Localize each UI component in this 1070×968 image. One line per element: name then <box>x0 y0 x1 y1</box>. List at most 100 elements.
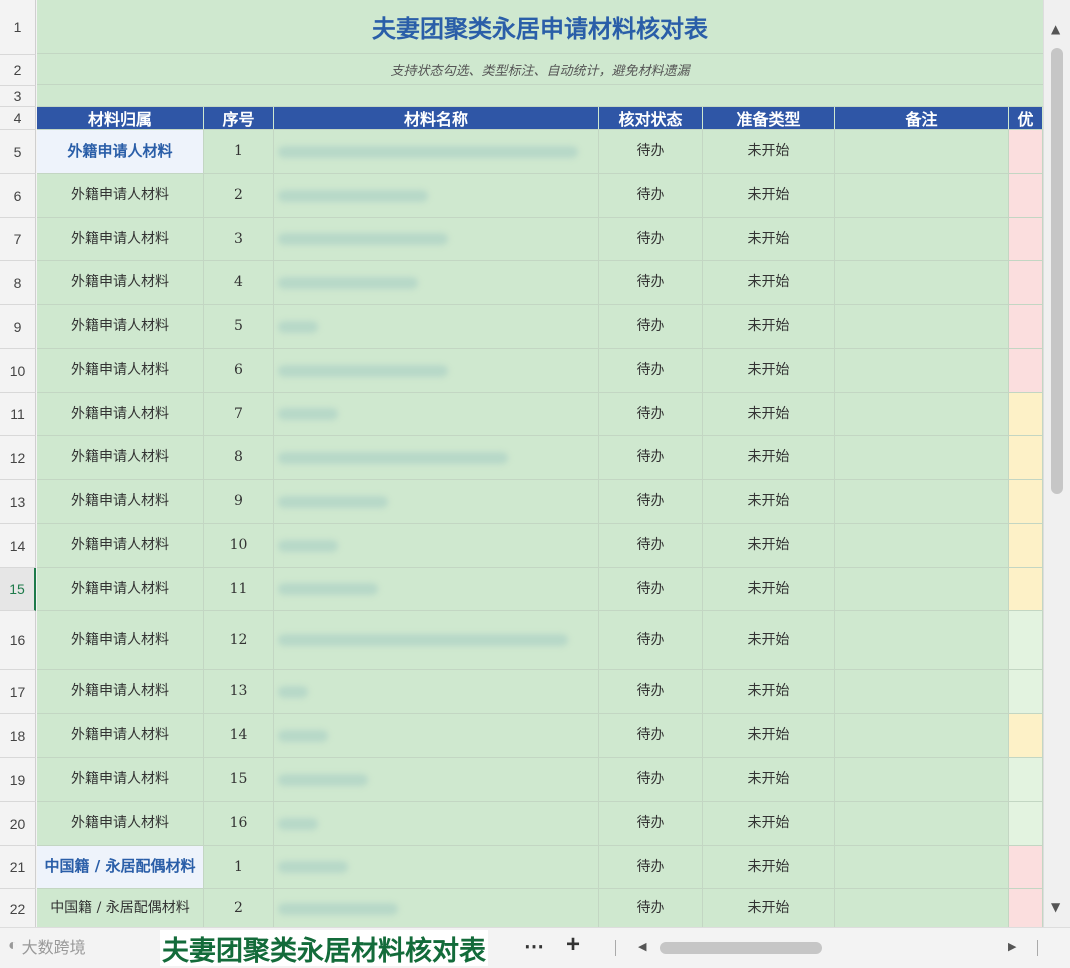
cell-material-name[interactable] <box>274 436 599 479</box>
row-number[interactable]: 6 <box>0 174 36 218</box>
cell-prep-type[interactable]: 未开始 <box>703 889 835 927</box>
cell-material-name[interactable] <box>274 174 599 217</box>
cell-check-status[interactable]: 待办 <box>599 130 703 173</box>
cell-number[interactable]: 14 <box>204 714 274 757</box>
header-prep-type[interactable]: 准备类型 <box>703 107 835 129</box>
cell-prep-type[interactable]: 未开始 <box>703 174 835 217</box>
cell-notes[interactable] <box>835 568 1009 610</box>
cell-material-owner[interactable]: 外籍申请人材料 <box>37 611 204 669</box>
cell-check-status[interactable]: 待办 <box>599 480 703 523</box>
cell-priority[interactable] <box>1009 130 1043 173</box>
cell-priority[interactable] <box>1009 436 1043 479</box>
cell-number[interactable]: 9 <box>204 480 274 523</box>
cell-check-status[interactable]: 待办 <box>599 218 703 260</box>
cell-material-name[interactable] <box>274 261 599 304</box>
cell-material-name[interactable] <box>274 568 599 610</box>
more-sheets-button[interactable]: ⋯ <box>524 934 544 959</box>
table-row[interactable]: 外籍申请人材料 12 待办 未开始 <box>37 611 1043 670</box>
cell-number[interactable]: 1 <box>204 130 274 173</box>
header-number[interactable]: 序号 <box>204 107 274 129</box>
cell-priority[interactable] <box>1009 846 1043 888</box>
cell-check-status[interactable]: 待办 <box>599 846 703 888</box>
cell-number[interactable]: 6 <box>204 349 274 392</box>
cell-material-name[interactable] <box>274 670 599 713</box>
cell-priority[interactable] <box>1009 218 1043 260</box>
header-notes[interactable]: 备注 <box>835 107 1009 129</box>
cell-check-status[interactable]: 待办 <box>599 524 703 567</box>
row-number[interactable]: 20 <box>0 802 36 846</box>
cell-material-name[interactable] <box>274 393 599 435</box>
row-number[interactable]: 3 <box>0 86 36 107</box>
cell-prep-type[interactable]: 未开始 <box>703 436 835 479</box>
row-number[interactable]: 14 <box>0 524 36 568</box>
cell-number[interactable]: 1 <box>204 846 274 888</box>
table-row[interactable]: 外籍申请人材料 5 待办 未开始 <box>37 305 1043 349</box>
cell-prep-type[interactable]: 未开始 <box>703 802 835 845</box>
cell-check-status[interactable]: 待办 <box>599 349 703 392</box>
scroll-right-arrow-icon[interactable]: ▶ <box>1008 940 1016 953</box>
cell-prep-type[interactable]: 未开始 <box>703 393 835 435</box>
row-number[interactable]: 21 <box>0 846 36 889</box>
row-number[interactable]: 19 <box>0 758 36 802</box>
row-number[interactable]: 13 <box>0 480 36 524</box>
header-check-status[interactable]: 核对状态 <box>599 107 703 129</box>
cell-priority[interactable] <box>1009 305 1043 348</box>
cell-number[interactable]: 3 <box>204 218 274 260</box>
cell-priority[interactable] <box>1009 568 1043 610</box>
cell-number[interactable]: 12 <box>204 611 274 669</box>
sheet-tab-active[interactable]: 夫妻团聚类永居材料核对表 <box>160 930 488 966</box>
cell-notes[interactable] <box>835 130 1009 173</box>
cell-notes[interactable] <box>835 436 1009 479</box>
row-number[interactable]: 11 <box>0 393 36 436</box>
sheet-subtitle[interactable]: 支持状态勾选、类型标注、自动统计，避免材料遗漏 <box>37 55 1043 85</box>
cell-prep-type[interactable]: 未开始 <box>703 714 835 757</box>
cell-check-status[interactable]: 待办 <box>599 670 703 713</box>
cell-material-owner[interactable]: 外籍申请人材料 <box>37 714 204 757</box>
row-number[interactable]: 1 <box>0 0 36 55</box>
vertical-scroll-thumb[interactable] <box>1051 48 1063 494</box>
cell-notes[interactable] <box>835 611 1009 669</box>
cell-number[interactable]: 5 <box>204 305 274 348</box>
cell-priority[interactable] <box>1009 611 1043 669</box>
scroll-up-arrow-icon[interactable]: ▲ <box>1051 22 1060 36</box>
cell-prep-type[interactable]: 未开始 <box>703 611 835 669</box>
cell-material-name[interactable] <box>274 714 599 757</box>
cell-check-status[interactable]: 待办 <box>599 611 703 669</box>
cell-number[interactable]: 10 <box>204 524 274 567</box>
cell-prep-type[interactable]: 未开始 <box>703 568 835 610</box>
cell-priority[interactable] <box>1009 758 1043 801</box>
cell-priority[interactable] <box>1009 714 1043 757</box>
table-row[interactable]: 外籍申请人材料 10 待办 未开始 <box>37 524 1043 568</box>
table-row[interactable]: 外籍申请人材料 7 待办 未开始 <box>37 393 1043 436</box>
cell-check-status[interactable]: 待办 <box>599 436 703 479</box>
horizontal-scroll-thumb[interactable] <box>660 942 822 954</box>
cell-prep-type[interactable]: 未开始 <box>703 130 835 173</box>
cell-notes[interactable] <box>835 524 1009 567</box>
cell-number[interactable]: 4 <box>204 261 274 304</box>
cell-prep-type[interactable]: 未开始 <box>703 218 835 260</box>
table-row[interactable]: 外籍申请人材料 3 待办 未开始 <box>37 218 1043 261</box>
row-number[interactable]: 7 <box>0 218 36 261</box>
cell-prep-type[interactable]: 未开始 <box>703 261 835 304</box>
cell-prep-type[interactable]: 未开始 <box>703 480 835 523</box>
cell-notes[interactable] <box>835 174 1009 217</box>
cell-notes[interactable] <box>835 480 1009 523</box>
cell-material-owner[interactable]: 外籍申请人材料 <box>37 480 204 523</box>
cell-material-owner[interactable]: 外籍申请人材料 <box>37 568 204 610</box>
cell-material-owner[interactable]: 外籍申请人材料 <box>37 261 204 304</box>
row-number[interactable]: 10 <box>0 349 36 393</box>
cell-number[interactable]: 13 <box>204 670 274 713</box>
table-row[interactable]: 中国籍 / 永居配偶材料 2 待办 未开始 <box>37 889 1043 927</box>
cell-priority[interactable] <box>1009 802 1043 845</box>
row-number[interactable]: 16 <box>0 611 36 670</box>
cell-material-name[interactable] <box>274 305 599 348</box>
row-number[interactable]: 12 <box>0 436 36 480</box>
cell-notes[interactable] <box>835 758 1009 801</box>
cell-material-owner[interactable]: 中国籍 / 永居配偶材料 <box>37 889 204 927</box>
cell-material-name[interactable] <box>274 480 599 523</box>
cell-prep-type[interactable]: 未开始 <box>703 524 835 567</box>
row-number[interactable]: 18 <box>0 714 36 758</box>
cell-notes[interactable] <box>835 889 1009 927</box>
cell-notes[interactable] <box>835 802 1009 845</box>
cell-material-name[interactable] <box>274 889 599 927</box>
